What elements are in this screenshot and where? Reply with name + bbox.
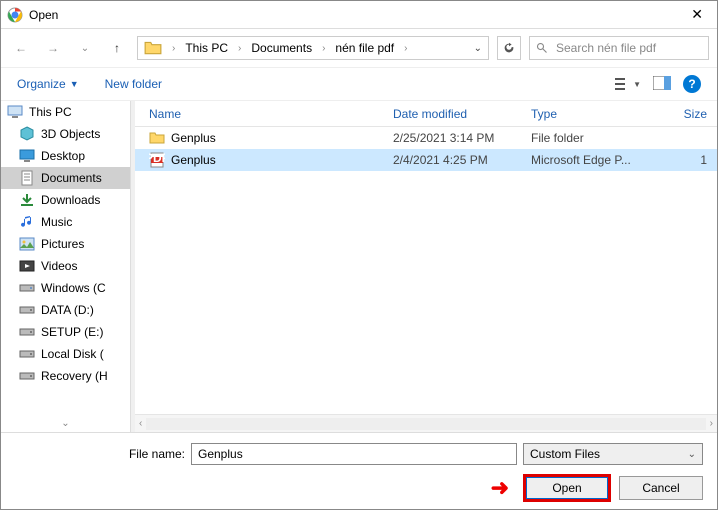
sidebar: This PC 3D Objects Desktop Documents Dow… xyxy=(1,101,131,432)
chevron-right-icon: › xyxy=(316,43,331,54)
bottom-panel: File name: Custom Files ⌄ ➜ Open Cancel xyxy=(1,432,717,509)
sidebar-item-pictures[interactable]: Pictures xyxy=(1,233,130,255)
back-button[interactable]: ← xyxy=(9,36,33,60)
recent-dropdown[interactable]: ⌄ xyxy=(73,36,97,60)
chevron-right-icon: › xyxy=(232,43,247,54)
sidebar-item-setup-e[interactable]: SETUP (E:) xyxy=(1,321,130,343)
forward-button[interactable]: → xyxy=(41,36,65,60)
titlebar: Open ✕ xyxy=(1,1,717,29)
videos-icon xyxy=(19,258,35,274)
search-icon xyxy=(536,42,548,54)
filetype-dropdown[interactable]: Custom Files ⌄ xyxy=(523,443,703,465)
search-placeholder: Search nén file pdf xyxy=(556,41,656,55)
breadcrumb-dropdown[interactable]: ⌄ xyxy=(474,43,482,54)
sidebar-item-windows-c[interactable]: Windows (C xyxy=(1,277,130,299)
chevron-down-icon: ⌄ xyxy=(688,449,696,460)
file-row[interactable]: Genplus 2/25/2021 3:14 PM File folder xyxy=(135,127,717,149)
sidebar-item-data-d[interactable]: DATA (D:) xyxy=(1,299,130,321)
up-button[interactable]: ↑ xyxy=(105,36,129,60)
sidebar-item-music[interactable]: Music xyxy=(1,211,130,233)
preview-pane-button[interactable] xyxy=(653,76,671,93)
folder-icon xyxy=(144,39,162,57)
file-row[interactable]: PDFGenplus 2/4/2021 4:25 PM Microsoft Ed… xyxy=(135,149,717,171)
breadcrumb-part[interactable]: nén file pdf xyxy=(331,39,398,57)
drive-icon xyxy=(19,324,35,340)
cancel-button[interactable]: Cancel xyxy=(619,476,703,500)
svg-text:PDF: PDF xyxy=(149,152,165,165)
organize-button[interactable]: Organize ▼ xyxy=(17,77,79,91)
app-icon xyxy=(7,7,23,23)
window-title: Open xyxy=(29,8,58,22)
filename-label: File name: xyxy=(15,447,185,461)
search-input[interactable]: Search nén file pdf xyxy=(529,36,709,60)
sidebar-item-desktop[interactable]: Desktop xyxy=(1,145,130,167)
chevron-down-icon: ▼ xyxy=(70,79,79,89)
pictures-icon xyxy=(19,236,35,252)
breadcrumb-part[interactable]: This PC xyxy=(181,39,232,57)
music-icon xyxy=(19,214,35,230)
chevron-right-icon: › xyxy=(398,43,413,54)
folder-icon xyxy=(149,130,165,146)
chevron-right-icon: › xyxy=(166,43,181,54)
scroll-left-icon[interactable]: ‹ xyxy=(139,418,142,429)
downloads-icon xyxy=(19,192,35,208)
sidebar-scroll-down[interactable]: ⌄ xyxy=(1,414,130,432)
drive-icon xyxy=(19,280,35,296)
help-button[interactable]: ? xyxy=(683,75,701,93)
header-name[interactable]: Name xyxy=(135,107,393,121)
3dobjects-icon xyxy=(19,126,35,142)
annotation-arrow: ➜ xyxy=(491,475,509,501)
drive-icon xyxy=(19,346,35,362)
sidebar-root-thispc[interactable]: This PC xyxy=(1,101,130,123)
sidebar-item-recovery-h[interactable]: Recovery (H xyxy=(1,365,130,387)
column-headers: Name Date modified Type Size xyxy=(135,101,717,127)
navbar: ← → ⌄ ↑ › This PC › Documents › nén file… xyxy=(1,29,717,67)
open-button[interactable]: Open xyxy=(525,476,609,500)
view-options-button[interactable]: ▼ xyxy=(615,77,641,91)
breadcrumb[interactable]: › This PC › Documents › nén file pdf › ⌄ xyxy=(137,36,489,60)
refresh-button[interactable] xyxy=(497,36,521,60)
file-rows: Genplus 2/25/2021 3:14 PM File folder PD… xyxy=(135,127,717,414)
horizontal-scrollbar[interactable]: ‹ › xyxy=(135,414,717,432)
scroll-right-icon[interactable]: › xyxy=(710,418,713,429)
desktop-icon xyxy=(19,148,35,164)
header-type[interactable]: Type xyxy=(531,107,637,121)
close-button[interactable]: ✕ xyxy=(683,4,711,25)
sidebar-item-videos[interactable]: Videos xyxy=(1,255,130,277)
filename-input[interactable] xyxy=(191,443,517,465)
documents-icon xyxy=(19,170,35,186)
sidebar-item-3dobjects[interactable]: 3D Objects xyxy=(1,123,130,145)
sidebar-item-localdisk[interactable]: Local Disk ( xyxy=(1,343,130,365)
toolbar: Organize ▼ New folder ▼ ? xyxy=(1,67,717,101)
sidebar-item-documents[interactable]: Documents xyxy=(1,167,130,189)
main-area: This PC 3D Objects Desktop Documents Dow… xyxy=(1,101,717,432)
drive-icon xyxy=(19,302,35,318)
header-date[interactable]: Date modified xyxy=(393,107,531,121)
header-size[interactable]: Size xyxy=(637,107,717,121)
breadcrumb-part[interactable]: Documents xyxy=(247,39,316,57)
file-list: Name Date modified Type Size Genplus 2/2… xyxy=(135,101,717,432)
pdf-icon: PDF xyxy=(149,152,165,168)
sidebar-item-downloads[interactable]: Downloads xyxy=(1,189,130,211)
thispc-icon xyxy=(7,104,23,120)
drive-icon xyxy=(19,368,35,384)
new-folder-button[interactable]: New folder xyxy=(105,77,162,91)
chevron-down-icon: ▼ xyxy=(633,80,641,89)
